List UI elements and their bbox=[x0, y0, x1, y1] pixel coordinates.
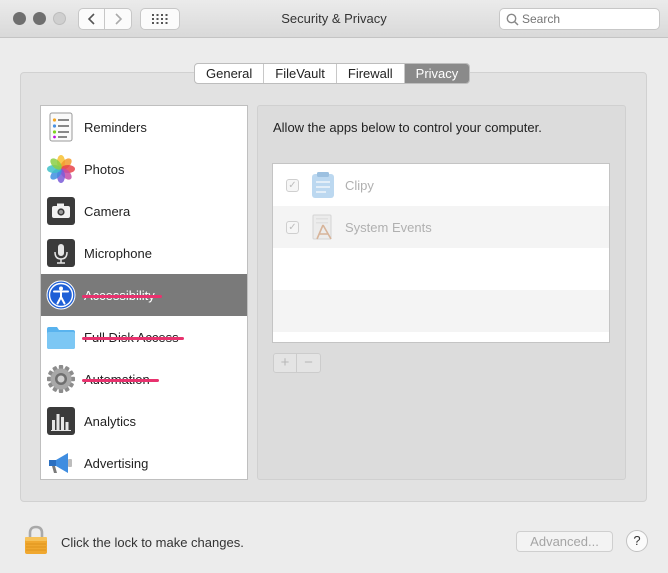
analytics-icon bbox=[47, 407, 75, 435]
microphone-icon bbox=[47, 239, 75, 267]
clipy-app-icon bbox=[312, 172, 334, 198]
tab-filevault[interactable]: FileVault bbox=[264, 64, 337, 83]
lock-icon[interactable] bbox=[24, 525, 48, 555]
privacy-category-list[interactable]: Reminders Photos Camera Microphone Analy… bbox=[40, 105, 248, 480]
sidebar-item-camera[interactable]: Camera bbox=[41, 190, 247, 232]
megaphone-icon bbox=[49, 453, 72, 473]
add-remove-control: + − bbox=[273, 353, 321, 373]
accessibility-icon bbox=[46, 280, 76, 310]
sidebar-item-label: Reminders bbox=[84, 120, 147, 135]
annotation-underline bbox=[82, 379, 159, 382]
folder-icon bbox=[47, 327, 75, 349]
help-button[interactable]: ? bbox=[626, 530, 648, 552]
search-input[interactable] bbox=[522, 11, 652, 27]
sidebar-item-label: Microphone bbox=[84, 246, 152, 261]
sidebar-item-reminders[interactable]: Reminders bbox=[41, 106, 247, 148]
app-list[interactable]: ✓ Clipy ✓ System Events bbox=[272, 163, 610, 343]
list-item bbox=[273, 248, 609, 290]
system-events-app-icon bbox=[312, 214, 332, 240]
annotation-underline bbox=[82, 337, 184, 340]
camera-icon bbox=[47, 197, 75, 225]
reminders-icon bbox=[49, 112, 73, 142]
app-checkbox[interactable]: ✓ bbox=[286, 221, 299, 234]
sidebar-item-label: Camera bbox=[84, 204, 131, 219]
title-bar: Security & Privacy bbox=[0, 0, 668, 38]
gear-icon bbox=[47, 365, 75, 393]
remove-app-button[interactable]: − bbox=[297, 354, 320, 372]
annotation-underline bbox=[82, 295, 162, 298]
tab-firewall[interactable]: Firewall bbox=[337, 64, 405, 83]
search-icon bbox=[506, 13, 519, 26]
lock-status-text: Click the lock to make changes. bbox=[61, 535, 244, 550]
sidebar-item-analytics[interactable]: Analytics bbox=[41, 400, 247, 442]
tab-privacy[interactable]: Privacy bbox=[404, 64, 470, 83]
app-checkbox[interactable]: ✓ bbox=[286, 179, 299, 192]
photos-icon bbox=[47, 155, 75, 183]
tab-general[interactable]: General bbox=[195, 64, 265, 83]
add-app-button[interactable]: + bbox=[274, 354, 297, 372]
advanced-button[interactable]: Advanced... bbox=[516, 531, 613, 552]
list-item bbox=[273, 290, 609, 332]
tab-bar: General FileVault Firewall Privacy bbox=[194, 63, 471, 84]
panel-description: Allow the apps below to control your com… bbox=[273, 120, 542, 135]
sidebar-item-label: Analytics bbox=[84, 414, 137, 429]
list-item[interactable]: ✓ System Events bbox=[273, 206, 609, 248]
sidebar-item-label: Advertising bbox=[84, 456, 149, 471]
app-name: Clipy bbox=[345, 178, 374, 193]
sidebar-item-advertising[interactable]: Advertising bbox=[41, 442, 247, 479]
sidebar-item-label: Photos bbox=[84, 162, 125, 177]
search-field[interactable] bbox=[499, 8, 660, 30]
sidebar-item-microphone[interactable]: Microphone bbox=[41, 232, 247, 274]
list-item[interactable]: ✓ Clipy bbox=[273, 164, 609, 206]
app-name: System Events bbox=[345, 220, 432, 235]
sidebar-item-photos[interactable]: Photos bbox=[41, 148, 247, 190]
